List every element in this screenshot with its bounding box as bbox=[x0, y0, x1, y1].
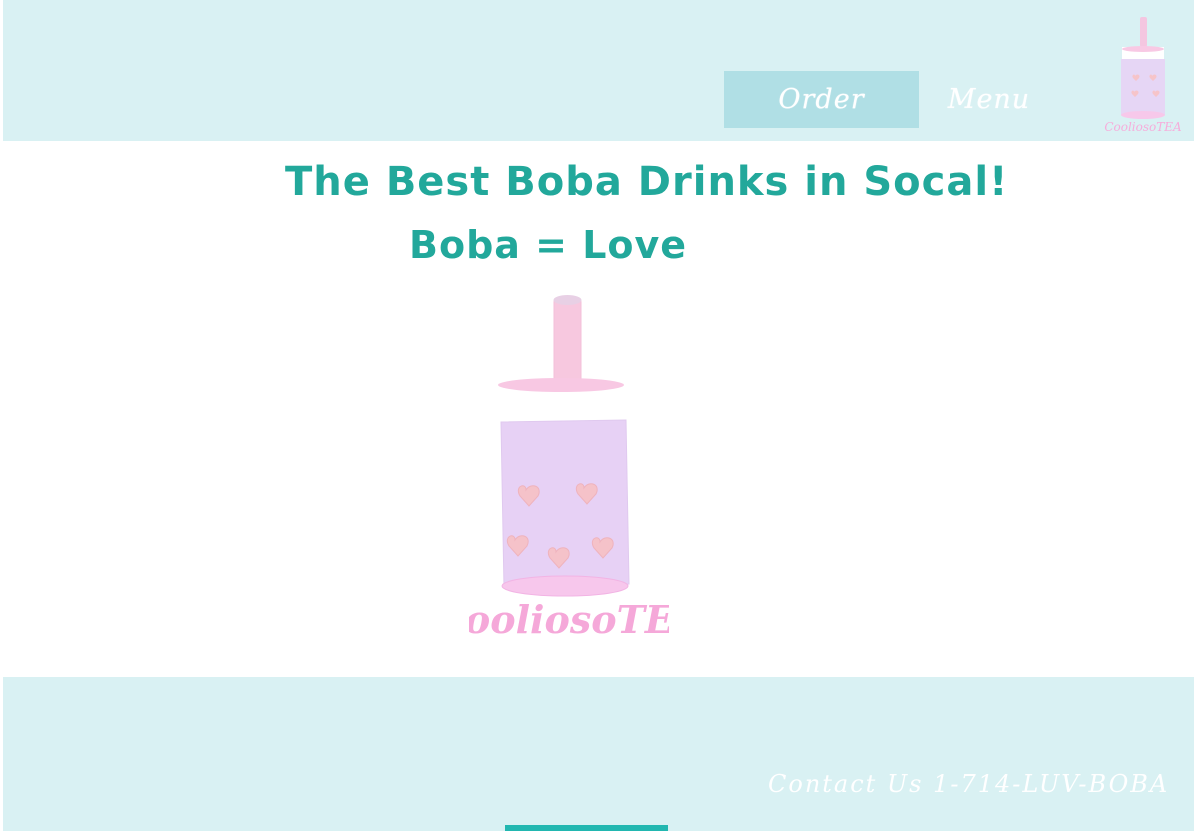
site-footer bbox=[3, 677, 1194, 831]
contact-info: Contact Us 1-714-LUV-BOBA bbox=[768, 770, 1170, 798]
header-logo-text: CooliosoTEA bbox=[1104, 120, 1182, 134]
menu-nav-link[interactable]: Menu bbox=[934, 71, 1044, 128]
boba-logo-text: CooliosoTEA bbox=[469, 597, 669, 640]
page-title: The Best Boba Drinks in Socal! bbox=[285, 159, 1009, 205]
header-logo[interactable]: CooliosoTEA bbox=[1104, 12, 1182, 137]
hero-tagline: Boba = Love bbox=[409, 223, 688, 267]
bottom-accent-strip bbox=[505, 825, 668, 831]
order-nav-button[interactable]: Order bbox=[724, 71, 919, 128]
boba-logo: CooliosoTEA bbox=[469, 295, 669, 640]
